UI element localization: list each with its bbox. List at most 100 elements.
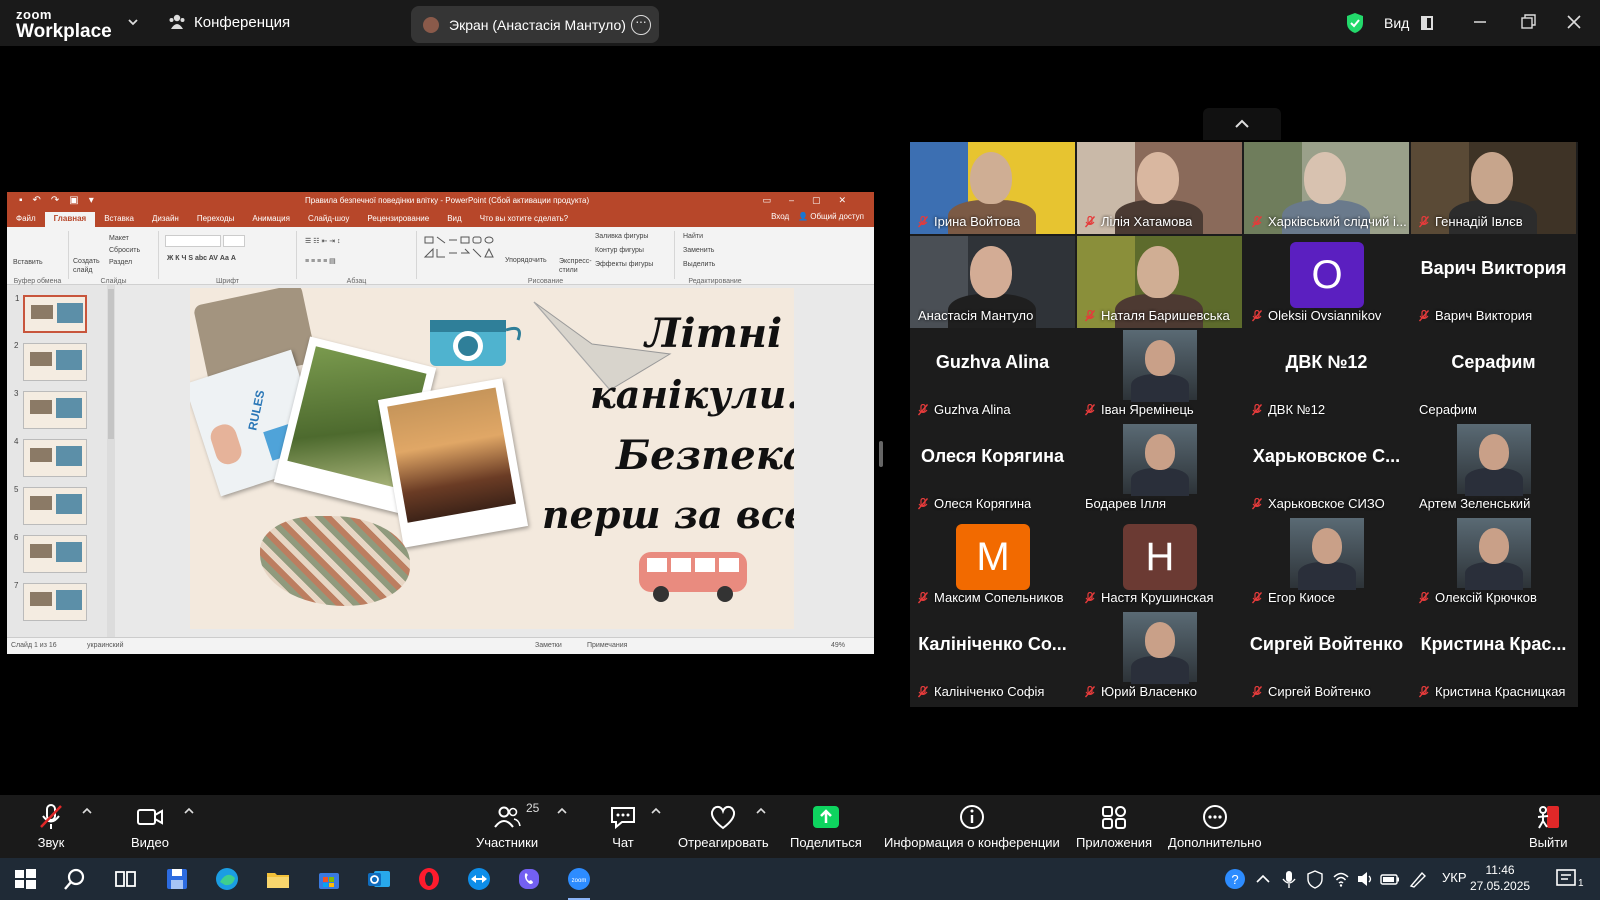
- restore-icon[interactable]: [1518, 12, 1538, 32]
- volume-icon[interactable]: [1356, 869, 1374, 889]
- participant-tile[interactable]: Кристина Крас... Кристина Красницкая: [1411, 612, 1576, 704]
- signin-link[interactable]: Вход: [771, 212, 789, 221]
- slide-thumbnail[interactable]: 5: [14, 485, 87, 525]
- current-slide[interactable]: RULES Літні канікули. Безпека перш за вс: [190, 288, 794, 629]
- help-icon[interactable]: ?: [1223, 867, 1247, 891]
- thumbnail-scrollbar[interactable]: [107, 285, 115, 637]
- font-format-buttons[interactable]: Ж К Ч S abc AV Аа A: [167, 255, 236, 262]
- video-options-chevron-icon[interactable]: [184, 807, 194, 815]
- participant-tile[interactable]: ДВК №12 ДВК №12: [1244, 330, 1409, 422]
- participant-tile[interactable]: Геннадій Івлєв: [1411, 142, 1576, 234]
- microphone-tray-icon[interactable]: [1280, 869, 1298, 889]
- participant-tile[interactable]: O Oleksii Ovsiannikov: [1244, 236, 1409, 328]
- tray-chevron-up-icon[interactable]: [1254, 869, 1272, 889]
- tab-animations[interactable]: Анимация: [243, 212, 299, 227]
- shapes-gallery-icon[interactable]: [423, 235, 503, 269]
- participant-tile[interactable]: Серафим Серафим: [1411, 330, 1576, 422]
- audio-options-chevron-icon[interactable]: [82, 807, 92, 815]
- find-button[interactable]: Найти: [683, 233, 703, 240]
- share-link[interactable]: Общий доступ: [810, 212, 864, 221]
- apps-button[interactable]: Приложения: [1076, 803, 1152, 850]
- store-icon[interactable]: [316, 866, 342, 892]
- participant-tile[interactable]: Олеся Корягина Олеся Корягина: [910, 424, 1075, 516]
- participant-tile[interactable]: Егор Киосе: [1244, 518, 1409, 610]
- participant-tile[interactable]: Лілія Хатамова: [1077, 142, 1242, 234]
- audio-button[interactable]: Звук: [36, 803, 66, 850]
- chat-button[interactable]: Чат: [608, 803, 638, 850]
- zoom-level[interactable]: 49%: [831, 642, 845, 649]
- align-buttons[interactable]: ≡ ≡ ≡ ≡ ▤: [305, 257, 336, 265]
- comments-button[interactable]: Примечания: [587, 642, 627, 649]
- edge-browser-icon[interactable]: [214, 866, 240, 892]
- quick-access-icons[interactable]: ▪↶↷▣▾: [19, 195, 104, 206]
- participant-tile[interactable]: Калініченко Со... Калініченко Софія: [910, 612, 1075, 704]
- battery-icon[interactable]: [1380, 869, 1400, 889]
- slide-thumbnail[interactable]: 7: [14, 581, 87, 621]
- tab-home[interactable]: Главная: [44, 212, 96, 227]
- windows-start-icon[interactable]: [12, 866, 38, 892]
- more-options-icon[interactable]: [631, 13, 651, 35]
- security-tray-icon[interactable]: [1306, 869, 1324, 889]
- slide-scrollbar[interactable]: [864, 285, 874, 637]
- tell-me-search[interactable]: Что вы хотите сделать?: [471, 212, 577, 227]
- participant-tile[interactable]: Олексій Крючков: [1411, 518, 1576, 610]
- tab-insert[interactable]: Вставка: [95, 212, 143, 227]
- participant-tile[interactable]: Юрий Власенко: [1077, 612, 1242, 704]
- video-button[interactable]: Видео: [131, 803, 169, 850]
- tab-design[interactable]: Дизайн: [143, 212, 188, 227]
- tab-transitions[interactable]: Переходы: [188, 212, 244, 227]
- participant-tile[interactable]: Харьковское С... Харьковское СИЗО: [1244, 424, 1409, 516]
- outlook-icon[interactable]: [366, 866, 392, 892]
- leave-button[interactable]: Выйти: [1529, 803, 1568, 850]
- slide-thumbnail[interactable]: 2: [14, 341, 87, 381]
- participant-tile[interactable]: Guzhva Alina Guzhva Alina: [910, 330, 1075, 422]
- shape-fill-button[interactable]: Заливка фигуры: [595, 233, 648, 240]
- wifi-icon[interactable]: [1332, 869, 1350, 889]
- file-explorer-icon[interactable]: [265, 866, 291, 892]
- participant-tile[interactable]: Артем Зеленський: [1411, 424, 1576, 516]
- view-button[interactable]: Вид: [1384, 15, 1434, 31]
- select-button[interactable]: Выделить: [683, 261, 715, 268]
- replace-button[interactable]: Заменить: [683, 247, 714, 254]
- slide-thumbnail[interactable]: 6: [14, 533, 87, 573]
- font-name-input[interactable]: [165, 235, 221, 247]
- participant-tile[interactable]: Ірина Войтова: [910, 142, 1075, 234]
- task-view-icon[interactable]: [112, 866, 138, 892]
- keyboard-language[interactable]: УКР: [1442, 870, 1467, 885]
- reset-button[interactable]: Сбросить: [109, 247, 140, 254]
- more-button[interactable]: Дополнительно: [1168, 803, 1262, 850]
- search-icon[interactable]: [62, 866, 88, 892]
- tab-slideshow[interactable]: Слайд-шоу: [299, 212, 358, 227]
- encryption-shield-icon[interactable]: [1345, 12, 1365, 34]
- list-buttons[interactable]: ☰ ☷ ⇤ ⇥ ↕: [305, 237, 341, 245]
- font-size-input[interactable]: [223, 235, 245, 247]
- chevron-down-icon[interactable]: [127, 16, 139, 28]
- react-options-chevron-icon[interactable]: [756, 807, 766, 815]
- participant-tile[interactable]: Сиргей Войтенко Сиргей Войтенко: [1244, 612, 1409, 704]
- zoom-logo[interactable]: zoom Workplace: [16, 8, 112, 41]
- tab-file[interactable]: Файл: [7, 212, 45, 227]
- shape-outline-button[interactable]: Контур фигуры: [595, 247, 644, 254]
- chat-options-chevron-icon[interactable]: [651, 807, 661, 815]
- minimize-icon[interactable]: [1470, 12, 1490, 32]
- participant-tile[interactable]: H Настя Крушинская: [1077, 518, 1242, 610]
- pen-tray-icon[interactable]: [1408, 869, 1428, 889]
- share-screen-button[interactable]: Поделиться: [790, 803, 862, 850]
- notes-button[interactable]: Заметки: [535, 642, 562, 649]
- collapse-gallery-button[interactable]: [1203, 108, 1281, 140]
- slide-thumbnail[interactable]: 1: [15, 294, 87, 333]
- slide-thumbnail[interactable]: 3: [14, 389, 87, 429]
- meeting-info-button[interactable]: Информация о конференции: [884, 803, 1060, 850]
- paste-button[interactable]: Вставить: [13, 259, 43, 266]
- splitter-handle[interactable]: [879, 441, 883, 467]
- save-app-icon[interactable]: [164, 866, 190, 892]
- teamviewer-icon[interactable]: [466, 866, 492, 892]
- participant-tile[interactable]: Наталя Баришевська: [1077, 236, 1242, 328]
- zoom-app-icon[interactable]: zoom: [566, 866, 592, 892]
- slide-thumbnail[interactable]: 4: [14, 437, 87, 477]
- viber-icon[interactable]: [516, 866, 542, 892]
- participant-tile[interactable]: Іван Яремінець: [1077, 330, 1242, 422]
- arrange-button[interactable]: Упорядочить: [505, 257, 547, 264]
- participant-tile[interactable]: Анастасія Мантуло: [910, 236, 1075, 328]
- shape-effects-button[interactable]: Эффекты фигуры: [595, 261, 653, 268]
